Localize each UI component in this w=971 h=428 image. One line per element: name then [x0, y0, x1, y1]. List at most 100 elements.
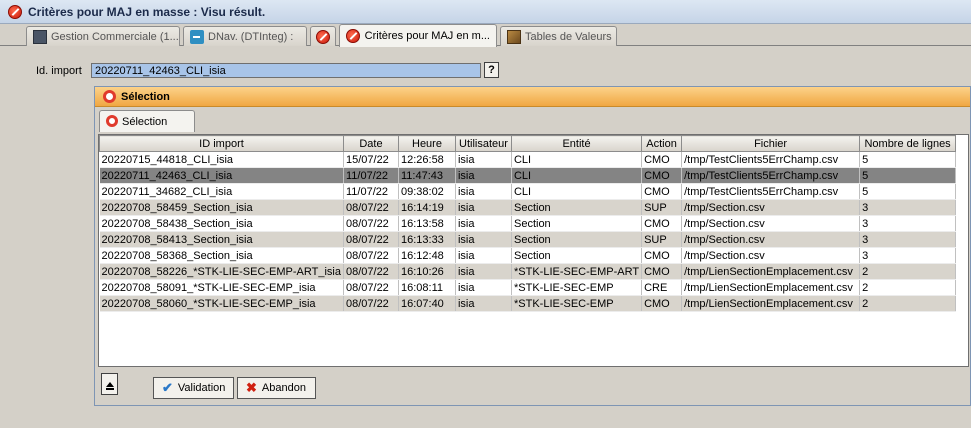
- box-icon: [33, 29, 47, 44]
- table-cell: *STK-LIE-SEC-EMP: [511, 295, 643, 312]
- tab-label: Tables de Valeurs: [525, 30, 612, 43]
- table-cell: 2: [859, 263, 957, 280]
- table-cell: /tmp/LienSectionEmplacement.csv: [681, 295, 861, 312]
- table-cell: Section: [511, 231, 643, 248]
- table-cell: Section: [511, 215, 643, 232]
- window-title: Critères pour MAJ en masse : Visu résult…: [28, 4, 266, 19]
- table-row[interactable]: 20220708_58091_*STK-LIE-SEC-EMP_isia 08/0…: [99, 279, 957, 296]
- column-header[interactable]: Date: [342, 135, 399, 152]
- table-row[interactable]: 20220711_34682_CLI_isia 11/07/22 09:38:02 i…: [99, 183, 957, 200]
- table-cell: 08/07/22: [343, 279, 399, 296]
- column-header[interactable]: Utilisateur: [454, 135, 512, 152]
- column-header[interactable]: Heure: [397, 135, 456, 152]
- table-cell: 20220715_44818_CLI_isia: [99, 151, 344, 168]
- subtab-label: Sélection: [122, 115, 168, 128]
- table-row[interactable]: 20220708_58060_*STK-LIE-SEC-EMP_isia 08/0…: [99, 295, 957, 312]
- table-cell: SUP: [641, 199, 683, 216]
- tab-tables-valeurs[interactable]: Tables de Valeurs: [500, 26, 617, 46]
- panel-title: Sélection: [121, 90, 170, 103]
- abandon-label: Abandon: [261, 382, 306, 394]
- table-cell: /tmp/LienSectionEmplacement.csv: [681, 263, 861, 280]
- column-header[interactable]: Nombre de lignes: [859, 135, 957, 152]
- results-grid[interactable]: ID import Date Heure Utilisateur Entité Actio…: [98, 134, 969, 367]
- table-row[interactable]: 20220708_58413_Section_isia 08/07/22 16:13…: [99, 231, 957, 248]
- table-cell: isia: [455, 167, 512, 184]
- tab-dnav[interactable]: DNav. (DTInteg) :: [183, 26, 307, 46]
- table-cell: 08/07/22: [343, 231, 399, 248]
- table-cell: 15/07/22: [343, 151, 399, 168]
- table-cell: isia: [455, 199, 512, 216]
- table-cell: isia: [455, 295, 512, 312]
- validation-button[interactable]: ✔ Validation: [153, 377, 234, 399]
- table-cell: CMO: [641, 167, 683, 184]
- move-top-button[interactable]: [101, 373, 118, 395]
- table-row[interactable]: 20220708_58226_*STK-LIE-SEC-EMP-ART_isia…: [99, 263, 957, 280]
- table-cell: 08/07/22: [343, 199, 399, 216]
- id-import-input[interactable]: [91, 63, 481, 78]
- table-cell: SUP: [641, 231, 683, 248]
- table-cell: isia: [455, 247, 512, 264]
- table-cell: 3: [859, 199, 957, 216]
- column-header[interactable]: Action: [641, 135, 683, 152]
- results-table: ID import Date Heure Utilisateur Entité Actio…: [99, 135, 957, 312]
- table-row[interactable]: 20220708_58368_Section_isia 08/07/22 16:12…: [99, 247, 957, 264]
- table-row[interactable]: 20220708_58459_Section_isia 08/07/22 16:14…: [99, 199, 957, 216]
- table-cell: CMO: [641, 263, 683, 280]
- table-cell: 11/07/22: [343, 167, 399, 184]
- tab-gestion-commerciale[interactable]: Gestion Commerciale (1...: [26, 26, 180, 46]
- table-cell: CLI: [511, 183, 643, 200]
- table-cell: Section: [511, 199, 643, 216]
- tab-no-symbol[interactable]: [310, 26, 336, 46]
- table-cell: 20220708_58060_*STK-LIE-SEC-EMP_isia: [99, 295, 344, 312]
- table-cell: *STK-LIE-SEC-EMP-ART: [511, 263, 643, 280]
- table-cell: 08/07/22: [343, 263, 399, 280]
- table-row[interactable]: 20220715_44818_CLI_isia 15/07/22 12:26:58 i…: [99, 151, 957, 168]
- table-cell: 08/07/22: [343, 295, 399, 312]
- table-cell: 20220711_42463_CLI_isia: [99, 167, 344, 184]
- tab-label: Gestion Commerciale (1...: [51, 30, 179, 43]
- table-cell: 3: [859, 231, 957, 248]
- table-cell: 3: [859, 215, 957, 232]
- no-symbol-icon: [346, 29, 360, 43]
- table-cell: 16:10:26: [398, 263, 456, 280]
- table-cell: /tmp/Section.csv: [681, 231, 861, 248]
- table-cell: /tmp/TestClients5ErrChamp.csv: [681, 183, 861, 200]
- table-cell: /tmp/Section.csv: [681, 247, 861, 264]
- table-cell: isia: [455, 263, 512, 280]
- table-header-row: ID import Date Heure Utilisateur Entité Actio…: [99, 135, 957, 152]
- table-row[interactable]: 20220708_58438_Section_isia 08/07/22 16:13…: [99, 215, 957, 232]
- table-cell: 20220708_58459_Section_isia: [99, 199, 344, 216]
- table-cell: 20220708_58438_Section_isia: [99, 215, 344, 232]
- table-cell: *STK-LIE-SEC-EMP: [511, 279, 643, 296]
- table-icon: [507, 29, 521, 44]
- table-cell: 12:26:58: [398, 151, 456, 168]
- table-cell: isia: [455, 215, 512, 232]
- tab-criteres-maj[interactable]: Critères pour MAJ en m...: [339, 24, 497, 47]
- table-cell: 3: [859, 247, 957, 264]
- column-header[interactable]: Entité: [510, 135, 643, 152]
- table-cell: 20220711_34682_CLI_isia: [99, 183, 344, 200]
- table-cell: CLI: [511, 151, 643, 168]
- lifebuoy-icon: [106, 115, 118, 127]
- column-header[interactable]: Fichier: [681, 135, 861, 152]
- dnav-icon: [190, 29, 204, 44]
- table-cell: 16:14:19: [398, 199, 456, 216]
- column-header[interactable]: ID import: [99, 135, 344, 152]
- table-cell: /tmp/Section.csv: [681, 215, 861, 232]
- id-import-label: Id. import: [36, 65, 82, 77]
- table-row[interactable]: 20220711_42463_CLI_isia 11/07/22 11:47:43 i…: [99, 167, 957, 184]
- no-symbol-icon: [316, 29, 330, 44]
- button-bar: ✔ Validation ✖ Abandon: [98, 369, 969, 403]
- table-cell: 08/07/22: [343, 247, 399, 264]
- table-cell: 20220708_58413_Section_isia: [99, 231, 344, 248]
- table-cell: /tmp/TestClients5ErrChamp.csv: [681, 167, 861, 184]
- help-button[interactable]: ?: [484, 62, 499, 78]
- table-cell: 20220708_58368_Section_isia: [99, 247, 344, 264]
- tab-selection[interactable]: Sélection: [99, 110, 195, 132]
- table-cell: CMO: [641, 151, 683, 168]
- table-cell: 08/07/22: [343, 215, 399, 232]
- table-cell: isia: [455, 183, 512, 200]
- abandon-button[interactable]: ✖ Abandon: [237, 377, 316, 399]
- tab-strip: Gestion Commerciale (1... DNav. (DTInteg…: [0, 24, 971, 47]
- table-body: 20220715_44818_CLI_isia 15/07/22 12:26:58 i…: [99, 151, 957, 312]
